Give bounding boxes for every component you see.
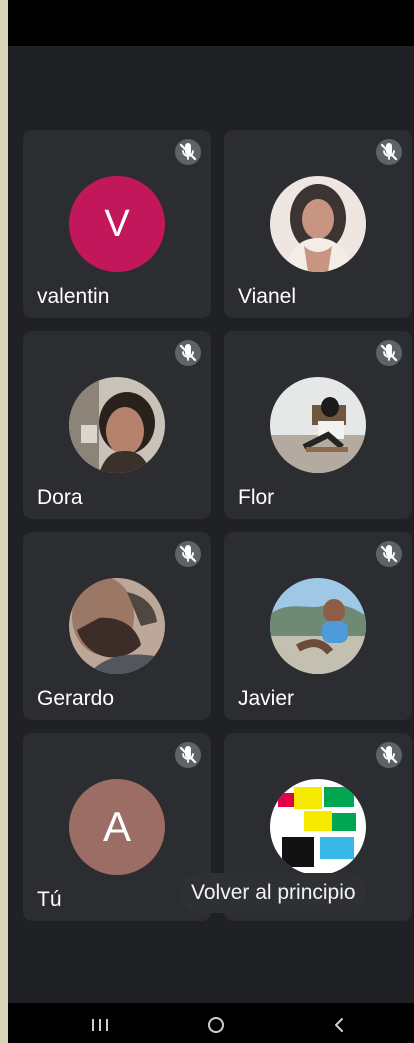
participant-name-gerardo: Gerardo xyxy=(37,687,115,710)
avatar-vianel xyxy=(270,176,366,272)
mic-off-icon xyxy=(175,742,201,768)
participant-tile-gerardo[interactable]: Gerardo xyxy=(23,532,211,720)
meeting-screen: V valentin Vianel Dora Flor Gerardo Javi… xyxy=(8,0,414,1043)
participant-tile-dora[interactable]: Dora xyxy=(23,331,211,519)
avatar-dora xyxy=(69,377,165,473)
status-bar xyxy=(8,0,414,46)
avatar-colorful xyxy=(270,779,366,875)
mic-off-icon xyxy=(376,541,402,567)
mic-off-icon xyxy=(175,340,201,366)
participant-name-vianel: Vianel xyxy=(238,285,296,308)
mic-off-icon xyxy=(175,541,201,567)
avatar-flor xyxy=(270,377,366,473)
avatar-gerardo xyxy=(69,578,165,674)
mic-off-icon xyxy=(376,139,402,165)
avatar-valentin: V xyxy=(69,176,165,272)
participant-tile-vianel[interactable]: Vianel xyxy=(224,130,412,318)
mic-off-icon xyxy=(376,340,402,366)
home-icon xyxy=(208,1017,224,1033)
back-icon xyxy=(335,1018,343,1032)
participant-tile-javier[interactable]: Javier xyxy=(224,532,412,720)
participant-name-flor: Flor xyxy=(238,486,275,509)
avatar-initial-v: V xyxy=(104,202,130,245)
avatar-tu: A xyxy=(69,779,165,875)
recents-button[interactable] xyxy=(85,1013,115,1037)
participant-name-valentin: valentin xyxy=(37,285,110,308)
participant-name-dora: Dora xyxy=(37,486,83,509)
home-button[interactable] xyxy=(201,1013,231,1037)
mic-off-icon xyxy=(376,742,402,768)
scroll-to-top-tooltip[interactable]: Volver al principio xyxy=(181,873,366,913)
participant-name-javier: Javier xyxy=(238,687,295,710)
participant-name-tu: Tú xyxy=(37,888,62,911)
recents-icon xyxy=(92,1019,108,1031)
mic-off-icon xyxy=(175,139,201,165)
system-navigation-bar xyxy=(8,1003,414,1043)
avatar-javier xyxy=(270,578,366,674)
back-button[interactable] xyxy=(324,1013,354,1037)
participant-tile-flor[interactable]: Flor xyxy=(224,331,412,519)
avatar-initial-a: A xyxy=(102,803,131,850)
participant-tile-valentin[interactable]: V valentin xyxy=(23,130,211,318)
